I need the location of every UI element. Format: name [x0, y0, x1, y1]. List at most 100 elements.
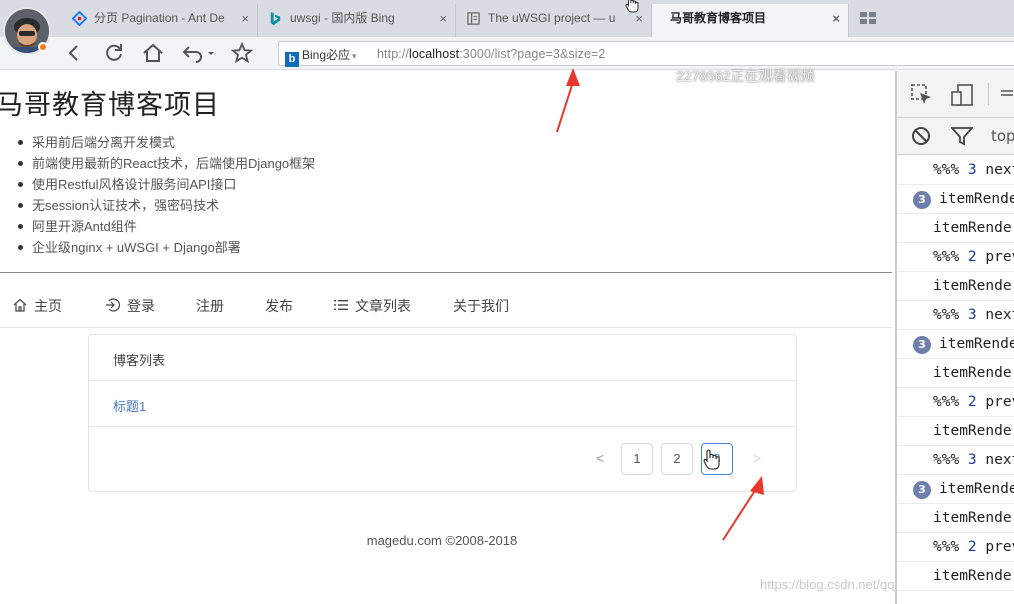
viewer-count-watermark: 2278562正在观看视频 — [676, 68, 815, 84]
console-toolbar: top — [897, 118, 1014, 155]
web-page: 马哥教育博客项目 采用前后端分离开发模式 前端使用最新的React技术，后端使用… — [0, 71, 895, 604]
console-log-row: itemRender — [897, 359, 1014, 388]
post-title-link[interactable]: 标题1 — [113, 396, 146, 415]
console-log-text: itemRender — [933, 278, 1014, 294]
status-dot-icon — [38, 42, 48, 52]
log-suffix: next — [985, 162, 1014, 178]
screen: 分页 Pagination - Ant De × uwsgi - 国内版 Bin… — [0, 0, 1014, 604]
main-menu: 主页 登录 注册 发布 文章列表 关于我们 — [0, 287, 892, 328]
context-selector[interactable]: top — [991, 127, 1014, 145]
close-icon[interactable]: × — [439, 4, 447, 33]
list-item: 企业级nginx + uWSGI + Django部署 — [16, 237, 315, 258]
console-log-text: itemRender — [933, 423, 1014, 439]
console-log-row: 3 itemRender — [897, 475, 1014, 504]
blog-list-card: 博客列表 标题1 < 1 2 3 > — [88, 334, 797, 492]
device-toolbar-icon[interactable] — [951, 83, 975, 107]
console-log-row: %%% 3 next — [897, 446, 1014, 475]
repeat-count-badge: 3 — [913, 481, 931, 499]
repeat-count-badge: 3 — [913, 336, 931, 354]
console-log-text: itemRender — [939, 336, 1014, 352]
dropdown-icon[interactable] — [205, 41, 217, 65]
console-log-row: %%% 2 prev — [897, 243, 1014, 272]
document-icon — [467, 12, 480, 25]
log-suffix: prev — [985, 394, 1014, 410]
console-log-text: %%% 2 prev — [933, 388, 1014, 416]
tab-label: 分页 Pagination - Ant De — [94, 11, 225, 25]
log-prefix: %%% — [933, 452, 968, 468]
menu-item-publish[interactable]: 发布 — [265, 296, 293, 316]
tab-uwsgi-bing[interactable]: uwsgi - 国内版 Bing × — [258, 4, 456, 37]
console-log-row: itemRender — [897, 417, 1014, 446]
console-log-text: %%% 2 prev — [933, 533, 1014, 561]
bing-icon: b — [285, 52, 299, 67]
csdn-watermark: https://blog.csdn.net/qq_ — [760, 577, 895, 592]
devtools-panel: top %%% 3 next3itemRenderitemRender%%% 2… — [895, 71, 1014, 604]
log-suffix: prev — [985, 249, 1014, 265]
back-icon[interactable] — [62, 41, 86, 65]
repeat-count-badge: 3 — [913, 191, 931, 209]
refresh-icon[interactable] — [102, 41, 126, 65]
more-tabs-icon[interactable] — [999, 87, 1014, 103]
menu-item-home[interactable]: 主页 — [12, 296, 62, 316]
chevron-down-icon: ▾ — [352, 51, 357, 61]
console-log-text: itemRender — [939, 191, 1014, 207]
menu-item-login[interactable]: 登录 — [105, 296, 155, 316]
footer-copyright: magedu.com ©2008-2018 — [366, 533, 518, 548]
console-log-text: %%% 3 next — [933, 446, 1014, 474]
close-icon[interactable]: × — [635, 4, 643, 33]
console-log-row: itemRender — [897, 214, 1014, 243]
clear-console-icon[interactable] — [911, 126, 931, 146]
filter-icon[interactable] — [951, 126, 973, 146]
list-icon — [334, 300, 348, 310]
tab-ant-design-pagination[interactable]: 分页 Pagination - Ant De × — [62, 4, 258, 37]
search-engine-label: Bing必应 — [302, 48, 351, 62]
console-log-text: %%% 3 next — [933, 156, 1014, 184]
close-icon[interactable]: × — [832, 4, 840, 33]
log-prefix: %%% — [933, 249, 968, 265]
console-log-row: 3 itemRender — [897, 185, 1014, 214]
tab-blog-project-active[interactable]: 马哥教育博客项目 × — [652, 4, 849, 37]
search-engine-selector[interactable]: b Bing必应 ▾ — [285, 46, 357, 67]
undo-icon[interactable] — [181, 41, 205, 65]
toolbar-divider — [988, 83, 989, 105]
close-icon[interactable]: × — [241, 4, 249, 33]
console-log-text: itemRender — [933, 510, 1014, 526]
log-prefix: %%% — [933, 162, 968, 178]
ant-design-icon — [72, 11, 87, 26]
console-log-row: itemRender — [897, 272, 1014, 301]
log-number: 2 — [967, 249, 977, 265]
console-log-text: itemRender — [939, 481, 1014, 497]
inspect-element-icon[interactable] — [911, 84, 933, 106]
console-log-row: 3 itemRender — [897, 330, 1014, 359]
address-bar[interactable]: b Bing必应 ▾ http://localhost:3000/list?page… — [278, 41, 1014, 67]
log-number: 3 — [967, 162, 977, 178]
console-log-row: %%% 2 prev — [897, 533, 1014, 562]
console-log-row: itemRender — [897, 562, 1014, 591]
page-button-1[interactable]: 1 — [621, 443, 653, 475]
prev-page-button[interactable]: < — [584, 443, 616, 475]
page-button-2[interactable]: 2 — [661, 443, 693, 475]
next-page-button[interactable]: > — [741, 443, 773, 475]
menu-item-about[interactable]: 关于我们 — [453, 296, 509, 316]
url-text[interactable]: http://localhost:3000/list?page=3&size=2 — [377, 47, 605, 61]
console-log-text: itemRender — [933, 568, 1014, 584]
menu-item-article-list[interactable]: 文章列表 — [333, 296, 411, 316]
card-header: 博客列表 — [89, 335, 796, 381]
devtools-toolbar — [897, 71, 1014, 118]
page-button-3-current[interactable]: 3 — [701, 443, 733, 475]
star-icon[interactable] — [230, 41, 254, 65]
tab-label: 马哥教育博客项目 — [670, 11, 767, 25]
list-item: 前端使用最新的React技术，后端使用Django框架 — [16, 153, 315, 174]
tab-uwsgi-project[interactable]: The uWSGI project — u × — [456, 4, 652, 37]
console-log-row: %%% 3 next — [897, 156, 1014, 185]
list-item: 无session认证技术，强密码技术 — [16, 195, 315, 216]
home-icon — [13, 298, 27, 312]
menu-item-register[interactable]: 注册 — [196, 296, 224, 316]
log-suffix: next — [985, 307, 1014, 323]
console-log-row: itemRender — [897, 504, 1014, 533]
login-icon — [106, 298, 120, 312]
feature-list: 采用前后端分离开发模式 前端使用最新的React技术，后端使用Django框架 … — [16, 132, 315, 258]
home-icon[interactable] — [141, 41, 165, 65]
tab-overview-icon[interactable] — [860, 12, 876, 25]
divider — [0, 272, 892, 273]
